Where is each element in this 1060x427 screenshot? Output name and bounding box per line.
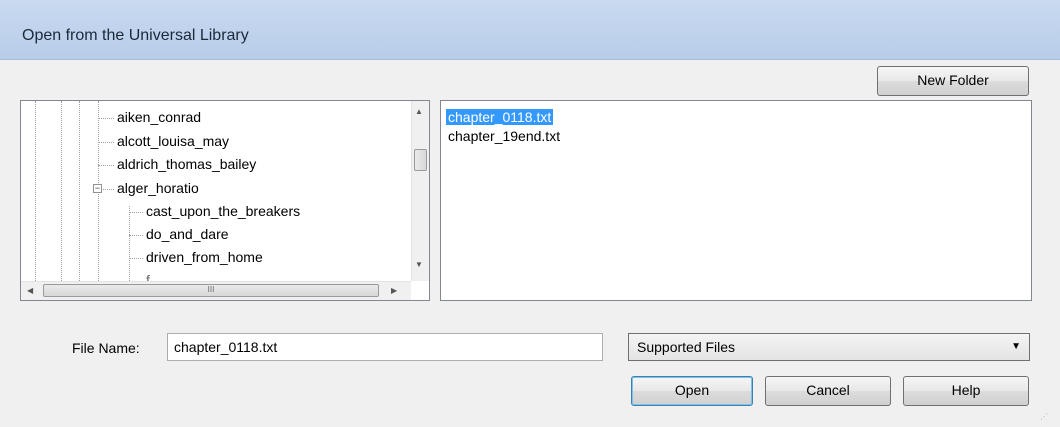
tree-guide-line [129,206,130,281]
scroll-thumb[interactable] [414,149,427,171]
scroll-down-icon[interactable]: ▼ [415,260,423,269]
file-name-label: File Name: [72,340,140,356]
file-item[interactable]: chapter_19end.txt [446,128,562,144]
tree-item[interactable]: do_and_dare [146,226,229,242]
dialog-body: New Folder − aiken_conrad alcott_louisa_… [0,60,1060,427]
scroll-right-icon[interactable]: ▶ [391,286,397,295]
tree-vertical-scrollbar[interactable]: ▲ ▼ [411,101,429,281]
file-item[interactable]: chapter_0118.txt [446,109,554,125]
scroll-left-icon[interactable]: ◀ [27,286,33,295]
title-bar[interactable]: Open from the Universal Library [0,0,1060,60]
tree-item[interactable]: cast_upon_the_breakers [146,203,300,219]
tree-guide-line [35,101,36,281]
tree-branch [129,212,143,213]
tree-branch [129,258,143,259]
tree-item[interactable]: aldrich_thomas_bailey [117,156,256,172]
tree-item[interactable]: driven_from_home [146,249,263,265]
tree-branch [103,189,114,190]
help-button[interactable]: Help [903,376,1029,406]
tree-branch [98,118,114,119]
cancel-button[interactable]: Cancel [765,376,891,406]
tree-guide-line [61,101,62,281]
tree-item[interactable]: alger_horatio [117,180,199,196]
dialog-title: Open from the Universal Library [22,27,249,44]
dropdown-arrow-icon: ▼ [1011,341,1021,352]
tree-guide-line [79,101,80,281]
scroll-thumb[interactable]: III [43,284,379,297]
file-list[interactable]: chapter_0118.txt chapter_19end.txt [440,100,1032,301]
tree-item[interactable]: aiken_conrad [117,109,201,125]
tree-item[interactable]: alcott_louisa_may [117,133,229,149]
tree-branch [129,235,143,236]
tree-item-partial: f [146,272,224,281]
tree-branch [98,142,114,143]
folder-tree[interactable]: − aiken_conrad alcott_louisa_may aldrich… [20,100,430,301]
new-folder-button[interactable]: New Folder [877,66,1029,96]
collapse-toggle-icon[interactable]: − [93,184,102,193]
file-type-value: Supported Files [637,339,736,355]
file-name-input[interactable]: chapter_0118.txt [167,333,603,361]
tree-horizontal-scrollbar[interactable]: ◀ III ▶ [21,281,411,300]
tree-branch [98,165,114,166]
open-button[interactable]: Open [631,376,753,406]
open-dialog: Open from the Universal Library New Fold… [0,0,1060,427]
resize-grip-icon[interactable]: ⋰ [1040,412,1048,421]
scroll-up-icon[interactable]: ▲ [415,107,423,116]
file-type-select[interactable]: Supported Files ▼ [628,333,1030,361]
